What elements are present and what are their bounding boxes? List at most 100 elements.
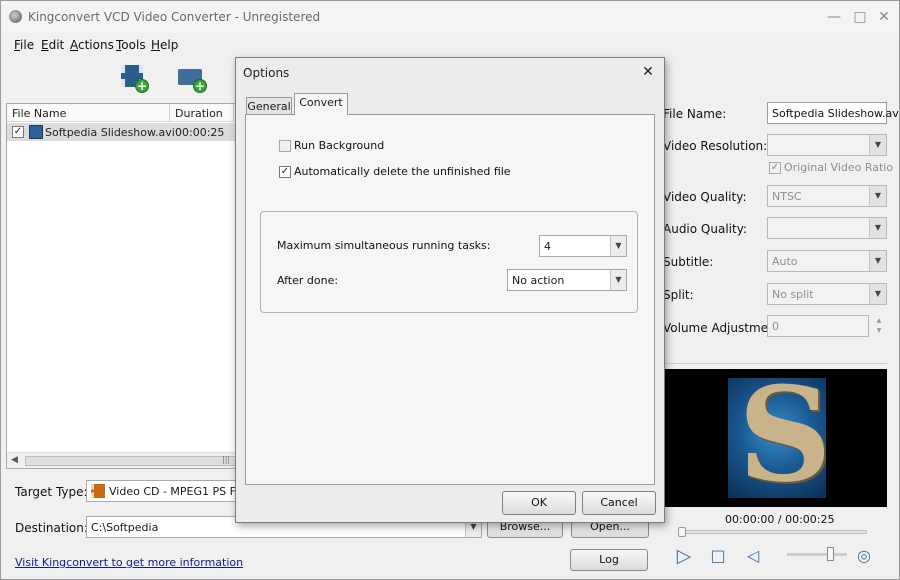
preview-thumbnail: S xyxy=(728,378,826,498)
spin-up-icon[interactable]: ▲ xyxy=(871,316,887,326)
auto-delete-label: Automatically delete the unfinished file xyxy=(294,165,511,178)
max-tasks-label: Maximum simultaneous running tasks: xyxy=(277,239,491,252)
chevron-down-icon[interactable]: ▼ xyxy=(869,135,886,155)
auto-delete-option[interactable]: ✓ Automatically delete the unfinished fil… xyxy=(279,165,511,178)
volume-handle[interactable] xyxy=(826,547,834,561)
split-value: No split xyxy=(772,288,814,301)
max-tasks-value: 4 xyxy=(544,240,551,253)
chevron-down-icon[interactable]: ▼ xyxy=(869,186,886,206)
plus-icon: + xyxy=(193,79,207,93)
volume-spinner[interactable]: ▲ ▼ xyxy=(871,316,887,336)
video-quality-select[interactable]: NTSC ▼ xyxy=(767,185,887,207)
after-done-value: No action xyxy=(512,274,565,287)
seek-slider[interactable] xyxy=(678,527,867,537)
thumbnail-letter: S xyxy=(738,378,826,498)
chevron-down-icon[interactable]: ▼ xyxy=(610,236,626,256)
volume-adjustment-input[interactable]: 0 xyxy=(767,315,869,337)
scroll-thumb[interactable]: ||| xyxy=(25,455,239,466)
video-quality-label: Video Quality: xyxy=(663,190,747,204)
window-title: Kingconvert VCD Video Converter - Unregi… xyxy=(28,10,321,24)
chevron-down-icon[interactable]: ▼ xyxy=(869,284,886,304)
snapshot-icon[interactable]: ◎ xyxy=(854,546,874,566)
file-name-label: File Name: xyxy=(663,107,727,121)
video-resolution-select[interactable]: ▼ xyxy=(767,134,887,156)
video-quality-value: NTSC xyxy=(772,190,802,203)
chevron-down-icon[interactable]: ▼ xyxy=(610,270,626,290)
playback-time: 00:00:00 / 00:00:25 xyxy=(725,513,835,526)
add-folder-button[interactable]: + xyxy=(177,63,207,93)
auto-delete-checkbox[interactable]: ✓ xyxy=(279,166,291,178)
volume-adjustment-value: 0 xyxy=(772,320,779,333)
subtitle-select[interactable]: Auto ▼ xyxy=(767,250,887,272)
column-duration[interactable]: Duration xyxy=(175,107,223,120)
run-background-option[interactable]: Run Background xyxy=(279,139,384,152)
subtitle-value: Auto xyxy=(772,255,798,268)
chevron-down-icon[interactable]: ▼ xyxy=(869,251,886,271)
column-divider[interactable] xyxy=(169,104,170,122)
convert-tab-panel: Run Background ✓ Automatically delete the… xyxy=(245,114,655,485)
destination-value: C:\Softpedia xyxy=(91,521,159,534)
menu-edit[interactable]: Edit xyxy=(41,38,64,52)
target-type-label: Target Type: xyxy=(15,485,88,499)
volume-icon[interactable]: ◁ xyxy=(743,546,763,566)
run-background-checkbox[interactable] xyxy=(279,140,291,152)
kingconvert-link[interactable]: Visit Kingconvert to get more informatio… xyxy=(15,556,243,569)
close-button[interactable]: ✕ xyxy=(873,7,895,27)
dialog-close-icon[interactable]: ✕ xyxy=(638,63,658,81)
menu-file[interactable]: File xyxy=(14,38,34,52)
file-list[interactable]: File Name Duration ✓ Softpedia Slideshow… xyxy=(6,103,246,469)
audio-quality-label: Audio Quality: xyxy=(663,222,747,236)
maximize-button[interactable]: □ xyxy=(849,7,871,27)
options-dialog: Options ✕ General Convert Run Background… xyxy=(235,57,665,523)
volume-slider[interactable] xyxy=(787,547,847,561)
destination-label: Destination: xyxy=(15,521,88,535)
play-icon[interactable]: ▷ xyxy=(674,546,694,566)
file-row[interactable]: ✓ Softpedia Slideshow.avi 00:00:25 xyxy=(7,123,245,141)
chevron-down-icon[interactable]: ▼ xyxy=(869,218,886,238)
video-file-icon xyxy=(29,125,43,139)
video-resolution-label: Video Resolution: xyxy=(663,139,768,153)
max-tasks-select[interactable]: 4 ▼ xyxy=(539,235,627,257)
split-select[interactable]: No split ▼ xyxy=(767,283,887,305)
target-type-select[interactable]: Video CD - MPEG1 PS Form xyxy=(86,480,257,502)
audio-quality-select[interactable]: ▼ xyxy=(767,217,887,239)
after-done-label: After done: xyxy=(277,274,339,287)
column-file-name[interactable]: File Name xyxy=(12,107,66,120)
add-video-file-button[interactable]: + xyxy=(119,63,149,93)
split-label: Split: xyxy=(663,288,694,302)
spin-down-icon[interactable]: ▼ xyxy=(871,326,887,336)
file-name-value: Softpedia Slideshow.av xyxy=(772,107,899,120)
menu-help[interactable]: Help xyxy=(151,38,178,52)
log-button[interactable]: Log xyxy=(570,549,648,571)
file-row-checkbox[interactable]: ✓ xyxy=(12,126,24,138)
file-list-header: File Name Duration xyxy=(7,104,245,122)
scroll-left-icon[interactable]: ◀ xyxy=(11,455,18,465)
original-ratio-label: Original Video Ratio xyxy=(784,161,894,174)
menu-tools[interactable]: Tools xyxy=(116,38,146,52)
app-disc-icon xyxy=(9,10,22,23)
menu-actions[interactable]: Actions xyxy=(70,38,114,52)
seek-handle[interactable] xyxy=(678,527,686,537)
tab-general[interactable]: General xyxy=(246,97,292,115)
after-done-select[interactable]: No action ▼ xyxy=(507,269,627,291)
task-settings-group: Maximum simultaneous running tasks: 4 ▼ … xyxy=(260,211,638,313)
original-ratio-checkbox[interactable]: ✓ xyxy=(769,162,781,174)
subtitle-label: Subtitle: xyxy=(663,255,714,269)
horizontal-scrollbar[interactable]: ◀ ||| xyxy=(7,452,245,468)
ok-button[interactable]: OK xyxy=(502,491,576,515)
target-film-icon xyxy=(91,484,105,498)
file-name-field[interactable]: Softpedia Slideshow.av xyxy=(767,102,899,124)
plus-icon: + xyxy=(135,79,149,93)
video-preview: S xyxy=(665,369,887,507)
file-row-duration: 00:00:25 xyxy=(175,126,225,139)
stop-icon[interactable]: □ xyxy=(708,546,728,566)
file-row-name: Softpedia Slideshow.avi xyxy=(45,126,175,139)
column-divider[interactable] xyxy=(233,104,234,122)
tab-convert[interactable]: Convert xyxy=(294,93,348,115)
title-bar: Kingconvert VCD Video Converter - Unregi… xyxy=(1,1,899,33)
run-background-label: Run Background xyxy=(294,139,385,152)
cancel-button[interactable]: Cancel xyxy=(582,491,656,515)
panel-divider xyxy=(665,363,887,364)
minimize-button[interactable]: — xyxy=(823,7,845,27)
scroll-grip-icon: ||| xyxy=(222,455,231,464)
